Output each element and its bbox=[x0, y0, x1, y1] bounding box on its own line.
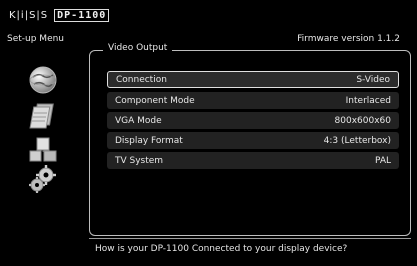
setting-row-component-mode[interactable]: Component Mode Interlaced bbox=[107, 92, 399, 109]
setting-row-vga-mode[interactable]: VGA Mode 800x600x60 bbox=[107, 112, 399, 129]
setting-label: Connection bbox=[116, 74, 167, 85]
menu-title: Set-up Menu bbox=[7, 34, 65, 44]
setting-value: Interlaced bbox=[345, 95, 391, 106]
setting-label: VGA Mode bbox=[115, 115, 162, 126]
document-icon[interactable] bbox=[29, 100, 61, 132]
setting-value: S-Video bbox=[356, 74, 390, 85]
setting-label: Component Mode bbox=[115, 95, 195, 106]
setting-value: 4:3 (Letterbox) bbox=[323, 135, 391, 146]
setting-value: PAL bbox=[374, 155, 391, 166]
firmware-version: Firmware version 1.1.2 bbox=[297, 34, 400, 44]
gears-icon[interactable] bbox=[27, 163, 59, 195]
setting-label: Display Format bbox=[115, 135, 183, 146]
setting-row-tv-system[interactable]: TV System PAL bbox=[107, 152, 399, 169]
setting-row-connection[interactable]: Connection S-Video bbox=[107, 71, 399, 88]
setting-row-display-format[interactable]: Display Format 4:3 (Letterbox) bbox=[107, 132, 399, 149]
setting-value: 800x600x60 bbox=[334, 115, 391, 126]
brand-logo: K|i|S|S DP-1100 bbox=[9, 7, 110, 23]
brand-name: K|i|S|S bbox=[9, 9, 49, 21]
panel-title: Video Output bbox=[103, 43, 173, 53]
help-text: How is your DP-1100 Connected to your di… bbox=[95, 244, 348, 254]
help-divider bbox=[89, 238, 411, 239]
model-name: DP-1100 bbox=[54, 8, 110, 22]
setting-label: TV System bbox=[115, 155, 164, 166]
globe-icon[interactable] bbox=[27, 64, 59, 96]
components-icon[interactable] bbox=[27, 133, 59, 165]
